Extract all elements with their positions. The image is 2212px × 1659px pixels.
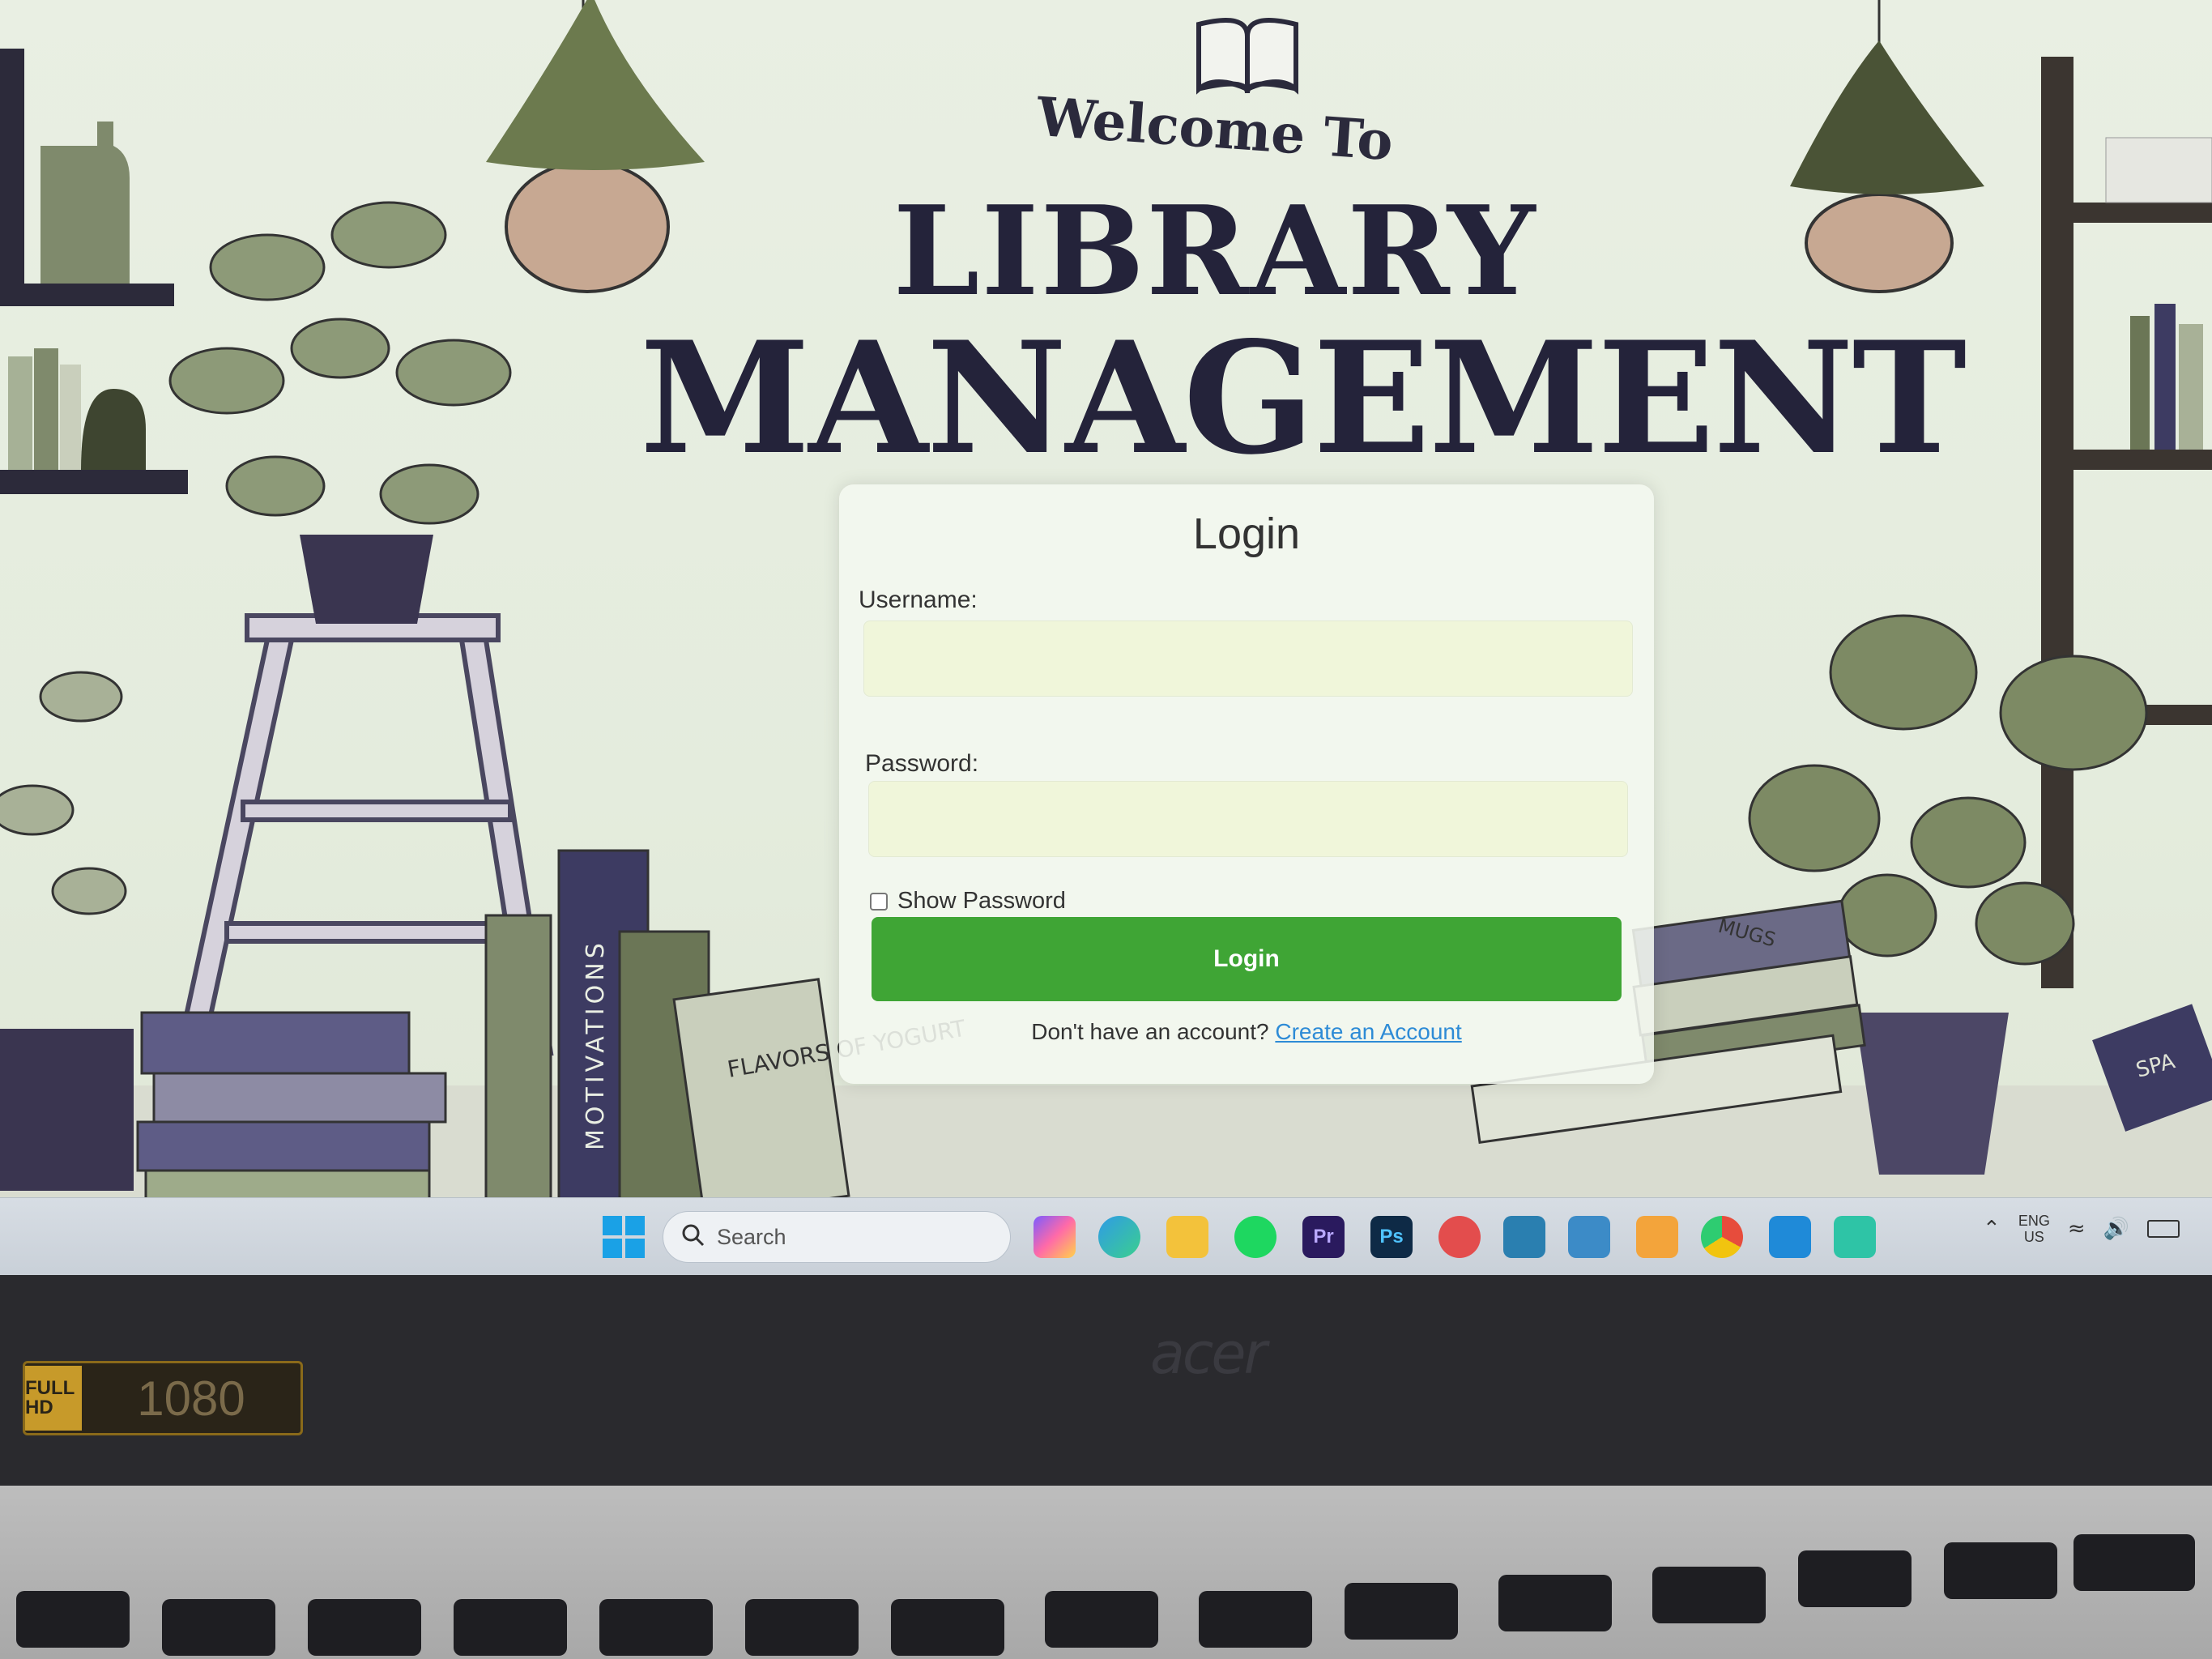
key: [454, 1599, 567, 1656]
search-placeholder: Search: [717, 1224, 786, 1249]
mail-icon[interactable]: [1636, 1216, 1678, 1258]
laptop-keyboard: [0, 1486, 2212, 1659]
show-password-label[interactable]: Show Password: [897, 888, 1066, 915]
login-card: Login Username: Password: Show Password …: [839, 484, 1654, 1084]
wifi-icon[interactable]: ≈: [2068, 1217, 2086, 1241]
premiere-icon[interactable]: Pr: [1302, 1216, 1345, 1258]
laptop-bezel: [0, 1275, 2212, 1486]
taskbar: Search Pr Ps ⌃ ENG US ≈ 🔊: [0, 1197, 2212, 1276]
sticker-right: 1080: [137, 1371, 245, 1426]
key: [1045, 1591, 1158, 1648]
flavors-book: [672, 978, 850, 1218]
key: [162, 1599, 275, 1656]
left-book-1: [8, 356, 32, 470]
laptop-screen: MOTIVATIONS FLAVORS OF YOGURT: [0, 0, 2212, 1320]
key: [745, 1599, 859, 1656]
key: [891, 1599, 1004, 1656]
key: [1498, 1575, 1612, 1631]
login-button[interactable]: Login: [872, 917, 1622, 1001]
chrome-icon[interactable]: [1701, 1216, 1743, 1258]
lang-code: ENG: [2018, 1213, 2050, 1229]
hanging-plant-left: [486, 0, 705, 170]
file-explorer-icon[interactable]: [1166, 1216, 1208, 1258]
cat-figurine: [81, 389, 146, 470]
spotify-icon[interactable]: [1234, 1216, 1276, 1258]
title-library: LIBRARY: [893, 178, 1537, 323]
snipping-tool-icon[interactable]: [1503, 1216, 1545, 1258]
vscode-icon[interactable]: [1769, 1216, 1811, 1258]
key: [1798, 1550, 1912, 1607]
key: [1199, 1591, 1312, 1648]
title-management: MANAGEMENT: [640, 308, 1967, 488]
left-book-2: [34, 348, 58, 470]
copilot-icon[interactable]: [1034, 1216, 1076, 1258]
left-top-shelf: [0, 284, 174, 306]
edge-icon[interactable]: [1098, 1216, 1140, 1258]
left-pot: [0, 1029, 134, 1191]
bottle-icon: [40, 122, 130, 284]
language-indicator[interactable]: ENG US: [2018, 1213, 2050, 1245]
full-hd-sticker: FULL HD 1080: [23, 1361, 303, 1435]
system-tray: ⌃ ENG US ≈ 🔊: [1983, 1213, 2180, 1245]
login-heading: Login: [1192, 510, 1301, 558]
create-account-link[interactable]: Create an Account: [1275, 1019, 1461, 1044]
windows-start-icon[interactable]: [601, 1214, 646, 1260]
username-input[interactable]: [863, 621, 1633, 697]
plant-on-ladder: [168, 201, 512, 525]
pinterest-icon[interactable]: [1438, 1216, 1481, 1258]
notepad-icon[interactable]: [1834, 1216, 1876, 1258]
book-stack-left: [136, 1011, 447, 1221]
key: [16, 1591, 130, 1648]
upright-books: [484, 849, 850, 1218]
show-password-checkbox[interactable]: [870, 892, 888, 911]
hanging-plant-right: [1790, 41, 1984, 194]
password-label: Password:: [865, 750, 979, 777]
remote-desktop-icon[interactable]: [1568, 1216, 1610, 1258]
book-spine-text: MOTIVATIONS: [582, 939, 610, 1150]
sticker-left: FULL HD: [25, 1366, 82, 1431]
photoshop-icon[interactable]: Ps: [1370, 1216, 1413, 1258]
search-icon: [681, 1223, 705, 1251]
taskbar-search[interactable]: Search: [663, 1211, 1011, 1263]
hanging-basket-right: [1805, 193, 1954, 293]
key: [308, 1599, 421, 1656]
signup-prompt: Don't have an account? Create an Account: [839, 1019, 1654, 1045]
chevron-up-icon[interactable]: ⌃: [1983, 1217, 2001, 1241]
laptop-brand-logo: acer: [1150, 1320, 1267, 1387]
key: [1345, 1583, 1458, 1640]
show-password-row: Show Password: [870, 888, 1066, 915]
signup-prompt-text: Don't have an account?: [1031, 1019, 1269, 1044]
key: [599, 1599, 713, 1656]
key: [2073, 1534, 2195, 1591]
pot-on-ladder: [300, 535, 433, 624]
key: [1944, 1542, 2057, 1599]
left-book-3: [60, 365, 81, 470]
battery-icon[interactable]: [2147, 1220, 2180, 1238]
key: [1652, 1567, 1766, 1623]
username-label: Username:: [859, 586, 978, 613]
open-book-icon: [1196, 18, 1298, 95]
left-bottom-shelf: [0, 470, 188, 494]
lang-region: US: [2023, 1229, 2044, 1245]
volume-icon[interactable]: 🔊: [2103, 1217, 2129, 1241]
right-pot: [1855, 1013, 2009, 1175]
password-input[interactable]: [868, 781, 1628, 857]
hanging-basket-left: [505, 160, 670, 293]
